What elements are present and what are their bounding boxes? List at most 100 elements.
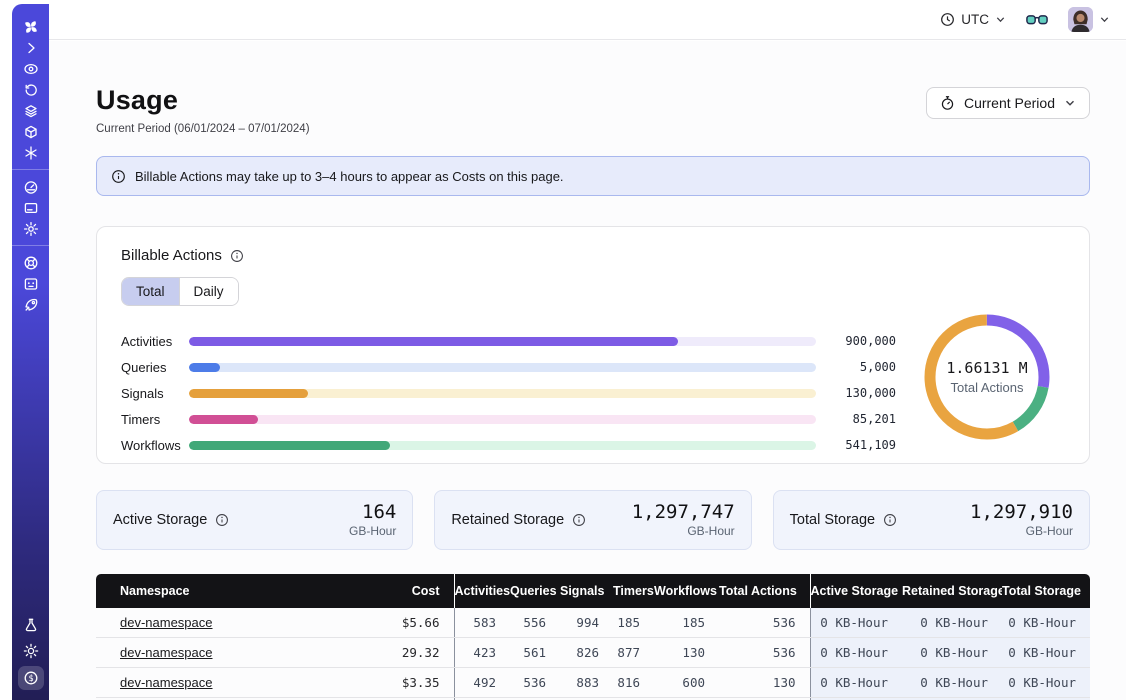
namespace-link[interactable]: dev-namespace <box>120 645 213 660</box>
cell-total_storage: 0 KB-Hour <box>1002 668 1090 698</box>
chevron-down-icon <box>1064 97 1076 109</box>
bar-value: 130,000 <box>816 386 896 400</box>
column-header-signals: Signals <box>560 574 613 608</box>
labs-icon <box>23 617 39 633</box>
info-icon[interactable] <box>230 249 244 263</box>
info-icon[interactable] <box>572 513 586 527</box>
column-header-namespace: Namespace <box>96 574 336 608</box>
cell-signals: 994 <box>560 608 613 638</box>
sidebar-item-console[interactable] <box>19 273 43 294</box>
sidebar-item-settings[interactable] <box>19 218 43 239</box>
retained-storage-card: Retained Storage 1,297,747 GB-Hour <box>434 490 751 550</box>
sidebar-item-deployments[interactable] <box>19 121 43 142</box>
usage-icon <box>23 179 39 195</box>
support-icon <box>23 255 39 271</box>
column-header-queries: Queries <box>510 574 560 608</box>
cell-active_storage: 0 KB-Hour <box>810 608 902 638</box>
deployments-icon <box>23 124 39 140</box>
console-icon <box>23 276 39 292</box>
bar-value: 5,000 <box>816 360 896 374</box>
sidebar-item-nexus[interactable] <box>19 142 43 163</box>
usage-bar-row: Activities 900,000 <box>121 328 896 354</box>
sidebar-item-billing[interactable] <box>19 197 43 218</box>
svg-text:$: $ <box>28 674 33 684</box>
cell-workflows: 600 <box>654 668 719 698</box>
bar-fill <box>189 441 390 450</box>
timezone-label: UTC <box>961 12 989 27</box>
table-row: dev-namespace29.324235618268771305360 KB… <box>96 638 1090 668</box>
usage-bar-row: Timers 85,201 <box>121 406 896 432</box>
table-row: dev-namespace$3.354925368838166001300 KB… <box>96 668 1090 698</box>
namespace-link[interactable]: dev-namespace <box>120 615 213 630</box>
cell-retained_storage: 0 KB-Hour <box>902 608 1002 638</box>
bar-value: 900,000 <box>816 334 896 348</box>
sidebar-item-getting-started[interactable] <box>19 294 43 315</box>
cell-activities: 423 <box>454 638 510 668</box>
column-header-timers: Timers <box>613 574 654 608</box>
sidebar: $ <box>12 4 49 700</box>
donut-center-label: Total Actions <box>951 380 1024 395</box>
period-dropdown-button[interactable]: Current Period <box>926 87 1090 119</box>
settings-icon <box>23 221 39 237</box>
glasses-icon <box>1026 13 1048 27</box>
sidebar-item-namespaces[interactable] <box>19 58 43 79</box>
sidebar-item-theme-toggle[interactable] <box>19 640 43 661</box>
tab-daily[interactable]: Daily <box>179 278 238 305</box>
cell-total_actions: 536 <box>719 608 810 638</box>
total-storage-card: Total Storage 1,297,910 GB-Hour <box>773 490 1090 550</box>
total-daily-tabs: TotalDaily <box>121 277 239 306</box>
pricing-icon: $ <box>23 670 39 686</box>
usage-bar-row: Signals130,000 <box>121 380 896 406</box>
sidebar-item-history[interactable] <box>19 79 43 100</box>
cell-timers: 185 <box>613 608 654 638</box>
cell-timers: 816 <box>613 668 654 698</box>
sidebar-item-support[interactable] <box>19 252 43 273</box>
bar-label: Activities <box>121 334 189 349</box>
cell-queries: 556 <box>510 608 560 638</box>
donut-center-value: 1.66131 M <box>946 359 1027 377</box>
sidebar-item-temporal-logo[interactable] <box>19 16 43 37</box>
layers-icon <box>23 103 39 119</box>
bar-track <box>189 389 816 398</box>
tab-total[interactable]: Total <box>122 278 179 305</box>
cell-total_actions: 130 <box>719 668 810 698</box>
bar-fill <box>189 337 678 346</box>
bar-track <box>189 363 816 372</box>
bar-value: 85,201 <box>816 412 896 426</box>
sidebar-item-pricing[interactable]: $ <box>18 666 44 690</box>
info-icon[interactable] <box>883 513 897 527</box>
cell-activities: 492 <box>454 668 510 698</box>
sidebar-item-expand-nav[interactable] <box>19 37 43 58</box>
stopwatch-icon <box>940 95 955 111</box>
page-title: Usage <box>96 85 310 116</box>
cell-active_storage: 0 KB-Hour <box>810 668 902 698</box>
cell-cost: 29.32 <box>336 638 454 668</box>
storage-summary-row: Active Storage 164 GB-Hour Retained Stor… <box>96 490 1090 550</box>
bar-label: Queries <box>121 360 189 375</box>
cell-workflows: 185 <box>654 608 719 638</box>
namespace-link[interactable]: dev-namespace <box>120 675 213 690</box>
timezone-selector[interactable]: UTC <box>940 12 1006 27</box>
cell-retained_storage: 0 KB-Hour <box>902 668 1002 698</box>
sidebar-item-usage[interactable] <box>19 176 43 197</box>
theme-toggle-icon <box>23 643 39 659</box>
cell-total_actions: 536 <box>719 638 810 668</box>
usage-bar-row: Workflows541,109 <box>121 432 896 458</box>
feedback-glasses-button[interactable] <box>1026 13 1048 27</box>
bar-fill <box>189 389 308 398</box>
avatar <box>1068 7 1093 32</box>
chevron-down-icon <box>1099 14 1110 25</box>
info-icon[interactable] <box>215 513 229 527</box>
temporal-logo-icon <box>23 19 39 35</box>
bar-label: Timers <box>121 412 189 427</box>
cell-queries: 561 <box>510 638 560 668</box>
sidebar-item-layers[interactable] <box>19 100 43 121</box>
account-menu[interactable] <box>1068 7 1110 32</box>
billable-actions-title: Billable Actions <box>121 247 222 264</box>
sidebar-item-labs[interactable] <box>19 614 43 635</box>
cell-activities: 583 <box>454 608 510 638</box>
sidebar-divider <box>12 169 49 170</box>
cell-total_storage: 0 KB-Hour <box>1002 638 1090 668</box>
billable-actions-bar-chart: Activities 900,000 Queries 5,000 Signals130,… <box>121 328 896 458</box>
column-header-retained_storage: Retained Storage <box>902 574 1002 608</box>
